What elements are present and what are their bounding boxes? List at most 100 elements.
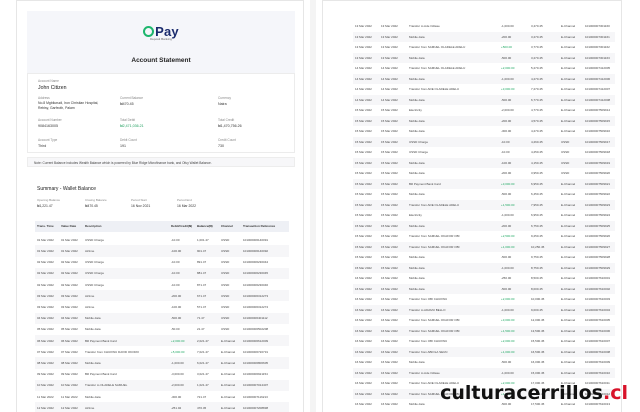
table-cell: E-Channel bbox=[221, 383, 236, 388]
table-row: 10 Mar 2022 10 Mar 2022 Transfer to OLADEL… bbox=[35, 379, 289, 391]
table-cell: 101000007610010 bbox=[585, 370, 611, 375]
table-cell: 9,250.45 bbox=[531, 234, 543, 239]
table-cell: -2,000.00 bbox=[501, 108, 514, 113]
logo-ring-icon bbox=[143, 26, 155, 37]
table-cell: -100.00 bbox=[171, 248, 182, 253]
table-cell: 01 Mar 2022 bbox=[61, 248, 78, 253]
table-cell: -1,000.00 bbox=[171, 360, 184, 365]
table-row: 15 Mar 2022 15 Mar 2022 Mobile data -100.00… bbox=[353, 157, 615, 168]
table-cell: 16 Mar 2022 bbox=[381, 349, 398, 354]
table-row: 15 Mar 2022 15 Mar 2022 USSD Charge -10.00 4… bbox=[353, 136, 615, 147]
table-cell: USSD Charge bbox=[85, 260, 105, 265]
table-cell: 8,500.45 bbox=[531, 276, 543, 281]
table-row: 12 Mar 2022 12 Mar 2022 Airtime -251.02 470.… bbox=[35, 402, 289, 412]
table-cell: 16 Mar 2022 bbox=[381, 360, 398, 365]
table-cell: 12 Mar 2022 bbox=[37, 405, 54, 410]
table-cell: 101000006230045 bbox=[243, 271, 269, 276]
table-row: 14 Mar 2022 14 Mar 2022 Transfer from ADE … bbox=[353, 84, 615, 95]
table-cell: 03 Mar 2022 bbox=[61, 304, 78, 309]
table-cell: -1,000.00 bbox=[501, 24, 514, 29]
table-cell: Transfer from OBI CHUKWU bbox=[409, 339, 448, 344]
table-cell: 16 Mar 2022 bbox=[381, 297, 398, 302]
table-row: 16 Mar 2022 16 Mar 2022 Transfer from OBI … bbox=[353, 336, 615, 347]
credit-count-label: Credit Count bbox=[218, 138, 236, 142]
table-cell: -50.00 bbox=[171, 327, 180, 332]
period-start: 16 Nov 2021 bbox=[131, 204, 151, 208]
table-cell: 01 Mar 2022 bbox=[61, 237, 78, 242]
table-cell: 14 Mar 2022 bbox=[381, 87, 398, 92]
table-cell: E-Channel bbox=[561, 202, 576, 207]
table-cell: E-Channel bbox=[561, 244, 576, 249]
total-credit: ₦1,470,756.26 bbox=[218, 124, 242, 128]
column-header: Value Date bbox=[61, 224, 77, 228]
table-cell: 10,000.45 bbox=[531, 297, 545, 302]
table-row: 15 Mar 2022 15 Mar 2022 Transfer from SAMU… bbox=[353, 241, 615, 252]
table-cell: 6,021.47 bbox=[197, 360, 209, 365]
table-cell: USSD Charge bbox=[409, 139, 429, 144]
table-cell: 05 Mar 2022 bbox=[61, 327, 78, 332]
table-cell: 15 Mar 2022 bbox=[381, 150, 398, 155]
table-cell: Airtime bbox=[85, 405, 95, 410]
account-details-card: Account Name John Citizen Address No.8 M… bbox=[27, 73, 295, 153]
table-cell: 101000006230046 bbox=[243, 282, 269, 287]
table-cell: 16 Mar 2022 bbox=[381, 391, 398, 396]
table-cell: 881.47 bbox=[197, 271, 207, 276]
table-cell: 101000007610007 bbox=[585, 339, 611, 344]
table-cell: 09 Mar 2022 bbox=[61, 372, 78, 377]
table-cell: 101000006140091 bbox=[243, 237, 269, 242]
table-cell: 13 Mar 2022 bbox=[381, 45, 398, 50]
table-cell: 101000007301161 bbox=[585, 34, 610, 39]
table-row: 04 Mar 2022 04 Mar 2022 Mobile data -500.00… bbox=[35, 312, 289, 324]
table-cell: 10,250.45 bbox=[531, 244, 545, 249]
table-cell: 101000007116213 bbox=[243, 394, 268, 399]
table-cell: E-Channel bbox=[561, 97, 576, 102]
table-cell: -1,000.00 bbox=[501, 213, 514, 218]
current-balance: ₦470.45 bbox=[120, 102, 134, 106]
table-cell: 15 Mar 2022 bbox=[355, 234, 372, 239]
table-cell: E-Channel bbox=[561, 34, 576, 39]
table-row: 16 Mar 2022 16 Mar 2022 Mobile data -500.00… bbox=[353, 357, 615, 368]
table-cell: 11 Mar 2022 bbox=[61, 394, 78, 399]
table-cell: -500.00 bbox=[501, 286, 512, 291]
table-cell: 101000007208838 bbox=[243, 405, 269, 410]
table-cell: 16 Mar 2022 bbox=[381, 328, 398, 333]
table-cell: +2,500.00 bbox=[501, 234, 515, 239]
table-cell: E-Channel bbox=[561, 108, 576, 113]
table-cell: 101000007509918 bbox=[585, 150, 611, 155]
table-cell: +2,000.00 bbox=[501, 66, 515, 71]
table-cell: 101000006312274 bbox=[243, 304, 269, 309]
table-row: 16 Mar 2022 16 Mar 2022 Mobile data -500.00… bbox=[353, 283, 615, 294]
total-debit-label: Total Debit bbox=[120, 118, 136, 122]
table-cell: 15 Mar 2022 bbox=[355, 265, 372, 270]
table-cell: 14 Mar 2022 bbox=[355, 76, 372, 81]
table-row: 13 Mar 2022 13 Mar 2022 Mobile data -200.00… bbox=[353, 31, 615, 42]
table-cell: Mobile data bbox=[409, 360, 425, 365]
table-cell: 13 Mar 2022 bbox=[355, 34, 372, 39]
table-cell: 101000007509928 bbox=[585, 255, 611, 260]
table-cell: 4,270.45 bbox=[531, 76, 543, 81]
table-row: 15 Mar 2022 15 Mar 2022 Electricity -2,000.… bbox=[353, 105, 615, 116]
table-cell: 4,260.45 bbox=[531, 139, 543, 144]
table-cell: 7,950.45 bbox=[531, 202, 543, 207]
table-cell: Mobile data bbox=[409, 402, 425, 407]
table-cell: E-Channel bbox=[221, 338, 236, 343]
table-cell: 3,770.45 bbox=[531, 45, 543, 50]
table-cell: 15 Mar 2022 bbox=[355, 160, 372, 165]
table-cell: 13 Mar 2022 bbox=[355, 45, 372, 50]
table-row: 03 Mar 2022 03 Mar 2022 Airtime -100.00 571.… bbox=[35, 301, 289, 312]
table-row: 13 Mar 2022 13 Mar 2022 Transfer from SAMU… bbox=[353, 42, 615, 53]
table-cell: 4,770.45 bbox=[531, 108, 543, 113]
table-cell: E-Channel bbox=[561, 24, 576, 29]
table-row: 06 Mar 2022 06 Mar 2022 Bill Payment Bank … bbox=[35, 335, 289, 347]
table-cell: +5,000.00 bbox=[171, 349, 185, 354]
table-cell: 101000007412006 bbox=[585, 76, 611, 81]
table-cell: 16 Mar 2022 bbox=[381, 276, 398, 281]
transactions-table-page-1: Trans. Time Value Date Description Debit/Cr… bbox=[35, 221, 289, 412]
table-cell: Electricity bbox=[409, 213, 422, 218]
table-cell: Mobile data bbox=[409, 223, 425, 228]
table-cell: Transfer from SAMUEL OKAFOR OBI bbox=[409, 318, 460, 323]
table-cell: Airtime bbox=[85, 293, 95, 298]
table-cell: 16 Mar 2022 bbox=[355, 276, 372, 281]
table-cell: Transfer from SAMUEL OKAFOR OBI bbox=[409, 328, 460, 333]
table-cell: 1,021.47 bbox=[197, 383, 209, 388]
